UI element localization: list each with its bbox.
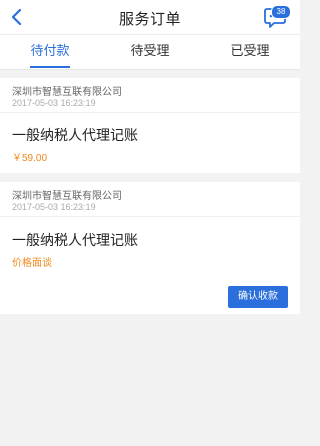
message-count-badge: 38 — [271, 5, 291, 19]
card-divider — [0, 112, 300, 113]
tab-pending-acceptance[interactable]: 待受理 — [100, 35, 200, 69]
order-card[interactable]: 深圳市智慧互联有限公司 2017-05-03 16:23:19 一般纳税人代理记… — [0, 182, 300, 314]
order-card[interactable]: 深圳市智慧互联有限公司 2017-05-03 16:23:19 一般纳税人代理记… — [0, 78, 300, 173]
service-name: 一般纳税人代理记账 — [12, 127, 138, 143]
order-timestamp: 2017-05-03 16:23:19 — [12, 98, 96, 108]
order-timestamp: 2017-05-03 16:23:19 — [12, 202, 96, 212]
company-name: 深圳市智慧互联有限公司 — [12, 87, 122, 98]
message-button[interactable]: 38 — [264, 4, 292, 30]
tab-pending-payment[interactable]: 待付款 — [0, 35, 100, 69]
service-name: 一般纳税人代理记账 — [12, 232, 138, 248]
company-name: 深圳市智慧互联有限公司 — [12, 191, 122, 202]
tab-accepted[interactable]: 已受理 — [200, 35, 300, 69]
page-title: 服务订单 — [118, 11, 181, 28]
card-divider — [0, 216, 300, 217]
navbar: 服务订单 38 — [0, 0, 300, 34]
order-price: 价格面谈 — [12, 258, 52, 269]
order-status-tabs: 待付款 待受理 已受理 — [0, 34, 300, 70]
order-price: ￥59.00 — [12, 153, 48, 164]
confirm-payment-button[interactable]: 确认收款 — [228, 286, 288, 308]
